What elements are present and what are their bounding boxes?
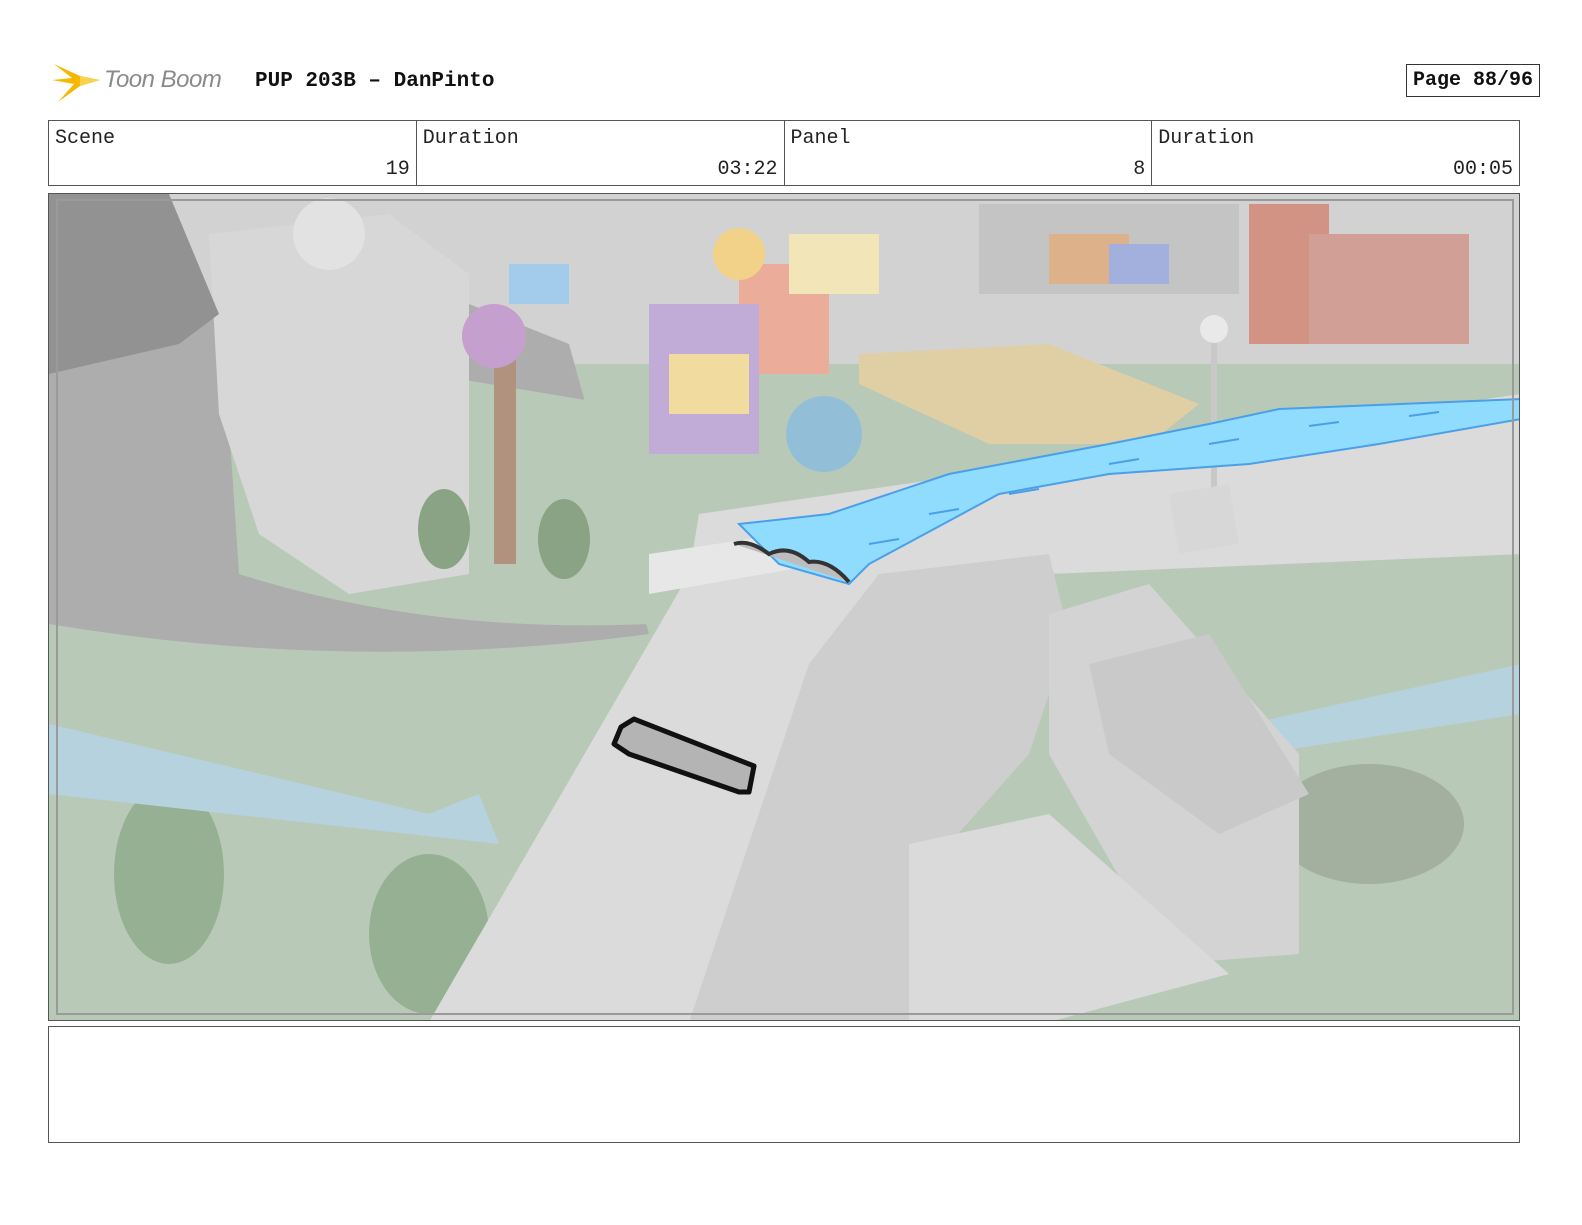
scene-cell: Scene 19 (49, 121, 417, 185)
scene-label: Scene (55, 127, 116, 150)
panel-duration-cell: Duration 00:05 (1152, 121, 1519, 185)
notes-box (48, 1026, 1520, 1143)
page-header: Toon Boom PUP 203B – DanPinto Page 88/96 (50, 56, 1540, 108)
panel-value: 8 (1133, 158, 1146, 181)
scene-duration-cell: Duration 03:22 (417, 121, 785, 185)
panel-label: Panel (790, 127, 851, 150)
scene-duration-label: Duration (422, 127, 519, 150)
panel-duration-label: Duration (1158, 127, 1255, 150)
toon-boom-star-icon (52, 64, 100, 102)
brand-name: Toon Boom (104, 66, 222, 93)
panel-info-table: Scene 19 Duration 03:22 Panel 8 Duration… (48, 120, 1520, 186)
scene-duration-value: 03:22 (717, 158, 778, 181)
document-title: PUP 203B – DanPinto (255, 70, 495, 93)
panel-duration-value: 00:05 (1452, 158, 1513, 181)
storyboard-drawing (49, 194, 1519, 1020)
panel-cell: Panel 8 (785, 121, 1153, 185)
storyboard-panel-image (48, 193, 1520, 1021)
toon-boom-logo: Toon Boom (50, 58, 250, 106)
scene-value: 19 (385, 158, 410, 181)
page-number: Page 88/96 (1405, 64, 1540, 97)
